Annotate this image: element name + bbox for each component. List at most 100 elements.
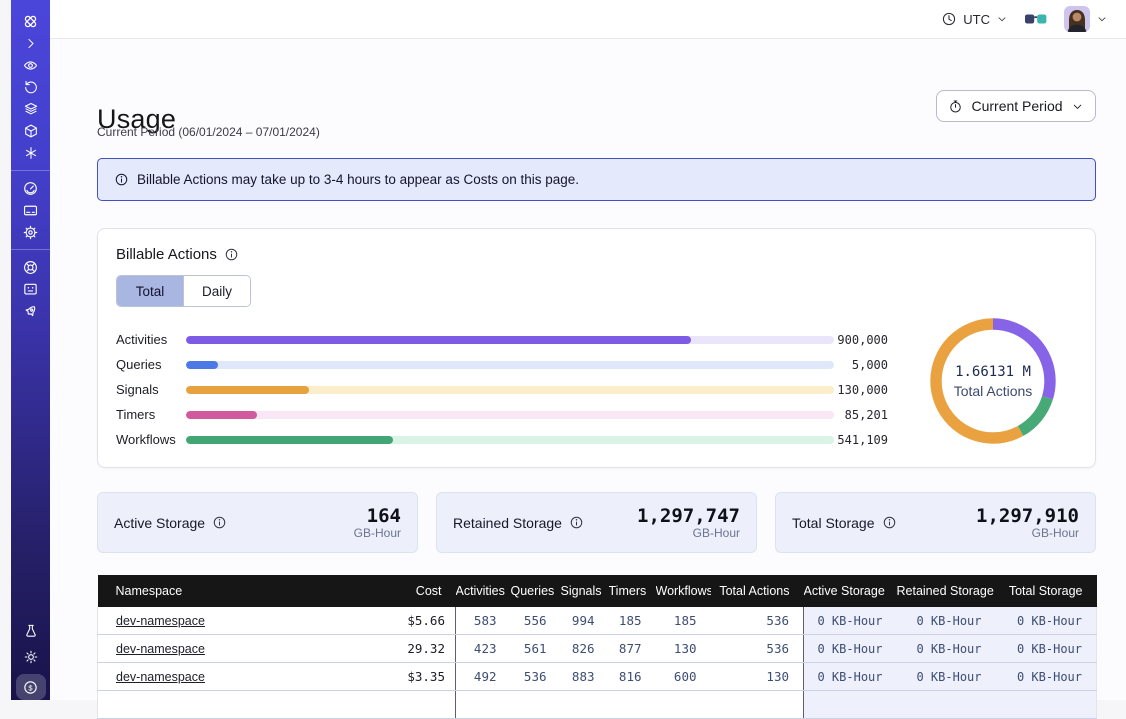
queries-cell: 536 (511, 663, 561, 691)
bar-label: Activities (116, 332, 186, 347)
usage-gauge-icon[interactable] (17, 177, 45, 199)
namespace-usage-table: Namespace Cost Activities Queries Signal… (97, 575, 1097, 719)
timers-cell: 877 (609, 635, 656, 663)
cost-cell: 29.32 (348, 635, 456, 663)
main-content: Usage Current Period (06/01/2024 – 07/01… (50, 39, 1126, 700)
storage-card-unit: GB-Hour (976, 526, 1079, 540)
table-header-row: Namespace Cost Activities Queries Signal… (98, 575, 1097, 607)
total-storage-cell: 0 KB-Hour (996, 663, 1097, 691)
timezone-label: UTC (963, 12, 990, 27)
signals-cell: 883 (561, 663, 609, 691)
queries-cell: 556 (511, 607, 561, 635)
info-banner: Billable Actions may take up to 3-4 hour… (97, 158, 1096, 201)
info-icon[interactable] (569, 515, 584, 530)
storage-card-unit: GB-Hour (637, 526, 740, 540)
svg-text:$: $ (28, 683, 33, 692)
retained-storage-card: Retained Storage 1,297,747 GB-Hour (436, 492, 757, 553)
col-header-workflows[interactable]: Workflows (656, 575, 711, 607)
retained-storage-cell: 0 KB-Hour (897, 635, 996, 663)
col-header-signals[interactable]: Signals (561, 575, 609, 607)
active-storage-cell: 0 KB-Hour (804, 635, 897, 663)
storage-card-value: 1,297,910 (976, 506, 1079, 526)
active-storage-cell: 0 KB-Hour (804, 663, 897, 691)
avatar (1064, 6, 1090, 32)
cost-cell: $5.66 (348, 607, 456, 635)
asterisk-icon[interactable] (17, 142, 45, 164)
bar-row-workflows: Workflows 541,109 (116, 427, 906, 452)
info-banner-text: Billable Actions may take up to 3-4 hour… (137, 172, 579, 187)
namespaces-eye-icon[interactable] (17, 54, 45, 76)
info-icon[interactable] (882, 515, 897, 530)
theme-sun-icon[interactable] (17, 646, 45, 668)
chevron-down-icon (996, 13, 1008, 25)
workflows-cell: 185 (656, 607, 711, 635)
docs-screen-icon[interactable] (17, 278, 45, 300)
bar-track (186, 361, 834, 369)
cost-cell: $3.35 (348, 663, 456, 691)
layers-icon[interactable] (17, 98, 45, 120)
col-header-retained-storage[interactable]: Retained Storage (897, 575, 996, 607)
stopwatch-icon (948, 99, 963, 114)
timezone-selector[interactable]: UTC (941, 11, 1008, 27)
settings-gear-icon[interactable] (17, 221, 45, 243)
bar-row-queries: Queries 5,000 (116, 352, 906, 377)
bar-fill (186, 436, 393, 444)
schedules-history-icon[interactable] (17, 76, 45, 98)
billable-bar-chart: Activities 900,000 Queries 5,000 Signals… (116, 327, 906, 452)
namespace-link[interactable]: dev-namespace (116, 642, 205, 656)
bar-value: 5,000 (834, 358, 888, 372)
tab-daily[interactable]: Daily (183, 276, 250, 306)
col-header-total-actions[interactable]: Total Actions (711, 575, 804, 607)
billing-card-icon[interactable] (17, 199, 45, 221)
sidebar: $ (11, 0, 50, 700)
info-icon[interactable] (224, 247, 239, 262)
namespace-link[interactable]: dev-namespace (116, 614, 205, 628)
col-header-cost[interactable]: Cost (348, 575, 456, 607)
activities-cell: 423 (456, 635, 511, 663)
col-header-namespace[interactable]: Namespace (98, 575, 348, 607)
total-storage-card: Total Storage 1,297,910 GB-Hour (775, 492, 1096, 553)
col-header-active-storage[interactable]: Active Storage (804, 575, 897, 607)
col-header-timers[interactable]: Timers (609, 575, 656, 607)
support-lifebuoy-icon[interactable] (17, 256, 45, 278)
chevron-down-icon (1096, 13, 1108, 25)
rocket-icon[interactable] (17, 300, 45, 322)
storage-card-label: Total Storage (792, 515, 875, 531)
bar-value: 85,201 (834, 408, 888, 422)
col-header-queries[interactable]: Queries (511, 575, 561, 607)
info-icon[interactable] (212, 515, 227, 530)
total-actions-cell: 536 (711, 635, 804, 663)
col-header-activities[interactable]: Activities (456, 575, 511, 607)
temporal-logo-icon[interactable] (17, 10, 45, 32)
donut-total-label: Total Actions (954, 383, 1033, 399)
signals-cell: 826 (561, 635, 609, 663)
bar-label: Workflows (116, 432, 186, 447)
topbar: UTC (50, 0, 1126, 39)
storage-card-value: 164 (354, 506, 401, 526)
signals-cell: 994 (561, 607, 609, 635)
current-period-button[interactable]: Current Period (936, 90, 1096, 122)
collapse-chevron-right-icon[interactable] (17, 32, 45, 54)
glasses-icon[interactable] (1024, 13, 1048, 26)
total-storage-cell: 0 KB-Hour (996, 635, 1097, 663)
tab-total[interactable]: Total (117, 276, 183, 306)
active-storage-card: Active Storage 164 GB-Hour (97, 492, 418, 553)
col-header-total-storage[interactable]: Total Storage (996, 575, 1097, 607)
credits-coin-icon[interactable]: $ (16, 674, 46, 700)
bar-track (186, 386, 834, 394)
lab-flask-icon[interactable] (17, 620, 45, 642)
table-row-partial (98, 691, 1097, 719)
namespace-link[interactable]: dev-namespace (116, 670, 205, 684)
sidebar-divider (11, 170, 50, 171)
account-menu[interactable] (1064, 6, 1108, 32)
timers-cell: 816 (609, 663, 656, 691)
bar-value: 130,000 (834, 383, 888, 397)
retained-storage-cell: 0 KB-Hour (897, 663, 996, 691)
storage-card-label: Retained Storage (453, 515, 562, 531)
cube-icon[interactable] (17, 120, 45, 142)
activities-cell: 583 (456, 607, 511, 635)
total-actions-donut: 1.66131 M Total Actions (917, 305, 1069, 457)
bar-label: Queries (116, 357, 186, 372)
info-icon (114, 172, 129, 187)
active-storage-cell: 0 KB-Hour (804, 607, 897, 635)
